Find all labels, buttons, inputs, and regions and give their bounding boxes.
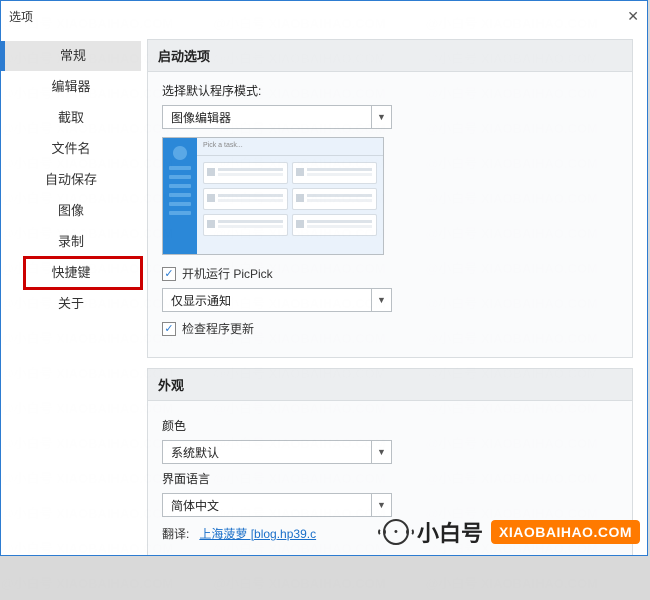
chevron-down-icon: ▼ [371, 289, 391, 311]
update-checkbox-row: ✓ 检查程序更新 [162, 320, 618, 337]
update-label: 检查程序更新 [182, 320, 254, 337]
color-label: 颜色 [162, 417, 618, 434]
translate-link[interactable]: 上海菠萝 [blog.hp39.c [199, 527, 316, 541]
translate-prefix: 翻译: [162, 527, 189, 541]
sidebar-item-editor[interactable]: 编辑器 [1, 72, 141, 102]
sidebar: 常规 编辑器 截取 文件名 自动保存 图像 录制 快捷键 关于 [1, 31, 141, 555]
sidebar-item-image[interactable]: 图像 [1, 196, 141, 226]
autostart-checkbox-row: ✓ 开机运行 PicPick [162, 265, 618, 282]
sidebar-item-general[interactable]: 常规 [1, 41, 141, 71]
notify-select[interactable]: 仅显示通知 ▼ [162, 288, 392, 312]
chevron-down-icon: ▼ [371, 494, 391, 516]
mode-preview-thumbnail: Pick a task... [162, 137, 384, 255]
language-label: 界面语言 [162, 470, 618, 487]
sidebar-item-capture[interactable]: 截取 [1, 103, 141, 133]
sidebar-item-hotkeys[interactable]: 快捷键 [1, 258, 141, 288]
chevron-down-icon: ▼ [371, 441, 391, 463]
color-select[interactable]: 系统默认 ▼ [162, 440, 392, 464]
appearance-group-title: 外观 [148, 369, 632, 401]
titlebar: 选项 ✕ [1, 1, 647, 31]
autostart-checkbox[interactable]: ✓ [162, 267, 176, 281]
default-mode-label: 选择默认程序模式: [162, 82, 618, 99]
chevron-down-icon: ▼ [371, 106, 391, 128]
sidebar-item-filename[interactable]: 文件名 [1, 134, 141, 164]
close-icon[interactable]: ✕ [609, 8, 639, 25]
language-select[interactable]: 简体中文 ▼ [162, 493, 392, 517]
startup-group: 启动选项 选择默认程序模式: 图像编辑器 ▼ Pick a task... [147, 39, 633, 358]
window-title: 选项 [9, 8, 33, 25]
autostart-label: 开机运行 PicPick [182, 265, 273, 282]
sidebar-item-record[interactable]: 录制 [1, 227, 141, 257]
startup-group-title: 启动选项 [148, 40, 632, 72]
main-panel: 启动选项 选择默认程序模式: 图像编辑器 ▼ Pick a task... [141, 31, 647, 555]
appearance-group: 外观 颜色 系统默认 ▼ 界面语言 简体中文 ▼ 翻译: 上海菠萝 [blog.… [147, 368, 633, 555]
options-window: 选项 ✕ 常规 编辑器 截取 文件名 自动保存 图像 录制 快捷键 关于 启动选… [0, 0, 648, 556]
sidebar-item-about[interactable]: 关于 [1, 289, 141, 319]
update-checkbox[interactable]: ✓ [162, 322, 176, 336]
translate-row: 翻译: 上海菠萝 [blog.hp39.c [162, 525, 618, 542]
default-mode-select[interactable]: 图像编辑器 ▼ [162, 105, 392, 129]
sidebar-item-autosave[interactable]: 自动保存 [1, 165, 141, 195]
